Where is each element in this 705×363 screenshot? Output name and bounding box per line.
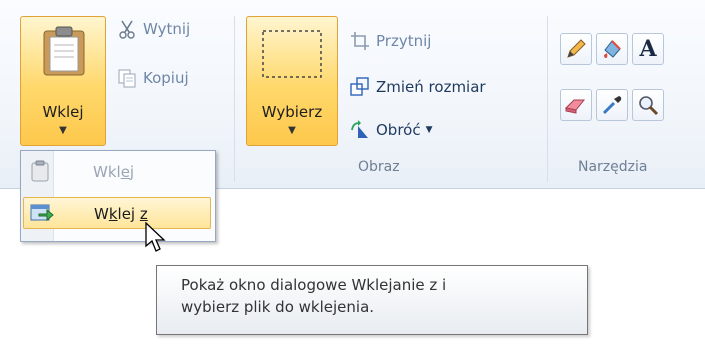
fill-tool[interactable] (596, 33, 628, 65)
magnifier-icon (639, 96, 659, 116)
eraser-icon (564, 99, 586, 114)
image-group-label: Obraz (358, 159, 400, 175)
text-tool[interactable]: A (632, 33, 664, 65)
copy-label: Kopiuj (143, 69, 189, 87)
resize-button[interactable]: Zmień rozmiar (350, 74, 486, 100)
select-label: Wybierz (261, 103, 323, 121)
copy-button[interactable]: Kopiuj (117, 65, 189, 91)
menu-item-paste[interactable]: Wklej (23, 156, 211, 188)
crop-label: Przytnij (376, 32, 432, 50)
tooltip: Pokaż okno dialogowe Wklejanie z i wybie… (156, 265, 588, 335)
select-button[interactable]: Wybierz ▼ (246, 16, 338, 146)
crop-button[interactable]: Przytnij (350, 28, 431, 54)
clipboard-icon (31, 160, 49, 182)
fill-icon (604, 40, 621, 58)
pencil-tool[interactable] (560, 33, 592, 65)
menu-item-label: Wklej z (94, 205, 148, 223)
rotate-icon (350, 120, 370, 140)
scissors-icon (117, 19, 137, 39)
paste-from-icon (30, 204, 54, 222)
copy-icon (117, 68, 137, 88)
cut-button[interactable]: Wytnij (117, 16, 190, 42)
rotate-button[interactable]: Obróć ▼ (350, 117, 433, 143)
color-picker-icon (602, 96, 622, 115)
text-icon: A (639, 36, 657, 62)
selection-icon (262, 30, 322, 78)
group-separator (234, 16, 235, 182)
magnifier-tool[interactable] (632, 89, 664, 121)
resize-label: Zmień rozmiar (376, 78, 486, 96)
paste-button[interactable]: Wklej ▼ (20, 16, 106, 146)
chevron-down-icon: ▼ (425, 125, 433, 135)
eraser-tool[interactable] (560, 89, 592, 121)
resize-icon (350, 77, 370, 97)
chevron-down-icon: ▼ (288, 125, 296, 136)
color-picker-tool[interactable] (596, 89, 628, 121)
mouse-cursor-icon (145, 222, 166, 252)
cut-label: Wytnij (143, 20, 191, 38)
clipboard-icon (43, 26, 85, 76)
tools-group-label: Narzędzia (578, 159, 648, 175)
tooltip-line2: wybierz plik do wklejenia. (181, 298, 375, 316)
menu-item-paste-from[interactable]: Wklej z (23, 197, 211, 229)
paste-menu: Wklej Wklej z (20, 150, 216, 242)
group-separator (547, 16, 548, 182)
tooltip-line1: Pokaż okno dialogowe Wklejanie z i (181, 276, 447, 294)
crop-icon (350, 31, 370, 51)
chevron-down-icon: ▼ (59, 125, 67, 136)
paste-label: Wklej (42, 103, 84, 121)
menu-item-label: Wklej (93, 163, 135, 181)
pencil-icon (567, 39, 586, 58)
rotate-label: Obróć (376, 121, 421, 139)
